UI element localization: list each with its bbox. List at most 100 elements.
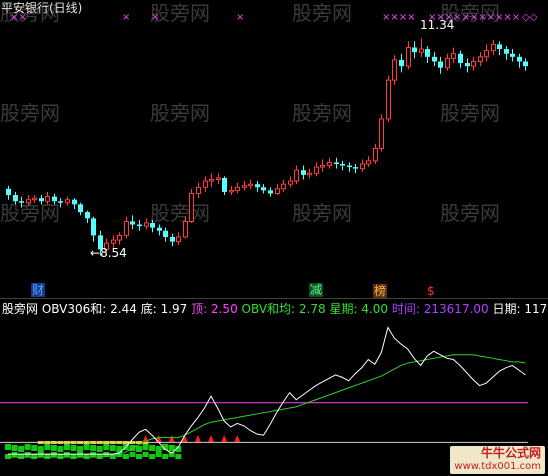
candle-body xyxy=(412,47,417,53)
candle xyxy=(229,185,234,196)
candle-body xyxy=(196,186,201,194)
signal-block xyxy=(83,441,90,459)
candle-body xyxy=(360,163,365,170)
top-marker: × xyxy=(236,12,244,23)
green-signal xyxy=(57,446,64,452)
signal-block xyxy=(70,441,77,459)
candle xyxy=(373,143,378,164)
yellow-signal xyxy=(96,441,103,444)
candle xyxy=(163,227,168,242)
price-chart[interactable]: ×× × × × ×××× ××××××××××× ◇◇ xyxy=(0,0,548,296)
candle xyxy=(216,173,221,185)
green-signal xyxy=(142,452,149,457)
signal-block xyxy=(155,446,162,457)
candle-body xyxy=(19,201,24,203)
chart-window: 股旁网 股旁网 股旁网 股旁网 股旁网 股旁网 股旁网 股旁网 股旁网 股旁网 股旁网 股旁网 平安银… xyxy=(0,0,548,476)
candle xyxy=(6,185,11,200)
ranking-marker[interactable]: 榜 xyxy=(373,284,387,298)
candle xyxy=(523,58,528,71)
candle-body xyxy=(438,61,443,68)
obv-sum-value: 2.44 xyxy=(110,302,137,316)
candle-body xyxy=(353,167,358,169)
candle-body xyxy=(373,147,378,162)
candle xyxy=(327,157,332,169)
candle xyxy=(13,191,18,205)
candle xyxy=(189,188,194,223)
candle xyxy=(314,162,319,177)
yellow-signal xyxy=(70,441,77,444)
candle-body xyxy=(471,60,476,67)
candle xyxy=(340,160,345,171)
candle-body xyxy=(261,187,266,191)
candle xyxy=(183,216,188,239)
indicator-name: 股旁网 xyxy=(2,302,39,316)
green-signal xyxy=(57,454,64,459)
candle xyxy=(26,195,31,206)
green-signal xyxy=(37,446,44,452)
green-signal xyxy=(5,454,11,459)
candle xyxy=(281,179,286,192)
green-signal xyxy=(136,454,142,459)
candle-body xyxy=(189,192,194,222)
candle-body xyxy=(445,57,450,69)
candle xyxy=(360,159,365,172)
candle-body xyxy=(163,230,168,237)
green-signal xyxy=(77,446,84,452)
candle-body xyxy=(425,49,430,57)
candle-body xyxy=(45,196,50,202)
candle xyxy=(406,41,411,70)
reduce-holding-marker[interactable]: 减 xyxy=(309,283,323,297)
green-signal xyxy=(142,444,149,450)
green-signal xyxy=(11,445,18,451)
yellow-signal xyxy=(103,441,110,444)
green-signal xyxy=(96,446,103,452)
indicator-header: 股旁网 OBV306和: 2.44 底: 1.97 顶: 2.50 OBV和均:… xyxy=(2,302,548,316)
date-label: 日期: xyxy=(492,302,521,316)
green-signal xyxy=(103,444,110,450)
candle-body xyxy=(504,49,509,54)
candle xyxy=(432,52,437,67)
candle-body xyxy=(157,227,162,231)
candle xyxy=(222,176,227,196)
candle xyxy=(510,49,515,62)
candle-body xyxy=(111,239,116,244)
candle xyxy=(451,47,456,64)
candle xyxy=(484,44,489,62)
candle xyxy=(458,50,463,68)
candle xyxy=(157,224,162,236)
candle xyxy=(497,41,502,56)
candle-body xyxy=(78,204,83,213)
candle-body xyxy=(85,212,90,219)
dividend-marker[interactable]: $ xyxy=(427,284,435,298)
candle xyxy=(235,182,240,194)
red-triangle-signal xyxy=(221,435,228,442)
candle-body xyxy=(432,56,437,62)
green-signal xyxy=(70,445,77,451)
signal-block xyxy=(162,444,169,459)
candle-body xyxy=(52,196,57,202)
green-signal xyxy=(50,445,57,451)
yellow-signal xyxy=(83,441,90,444)
green-signal xyxy=(175,454,182,459)
green-signal xyxy=(70,454,77,459)
candle xyxy=(58,198,63,208)
candle-body xyxy=(320,165,325,168)
candle xyxy=(491,39,496,56)
green-signal xyxy=(155,446,162,452)
candle-body xyxy=(176,236,181,243)
candle xyxy=(255,181,260,192)
signal-block xyxy=(149,445,156,459)
yellow-signal xyxy=(109,441,116,444)
obv-line xyxy=(8,326,526,455)
candle xyxy=(203,176,208,192)
candle-body xyxy=(399,59,404,67)
candle-body xyxy=(275,188,280,194)
candle-body xyxy=(288,180,293,185)
green-signal xyxy=(129,452,136,457)
yellow-signal xyxy=(77,441,84,444)
finance-marker[interactable]: 财 xyxy=(31,283,45,297)
candle-body xyxy=(268,190,273,194)
candle xyxy=(412,41,417,59)
candle-body xyxy=(222,177,227,192)
footer-brand[interactable]: 牛牛公式网 www.tdx001.com xyxy=(450,446,545,474)
